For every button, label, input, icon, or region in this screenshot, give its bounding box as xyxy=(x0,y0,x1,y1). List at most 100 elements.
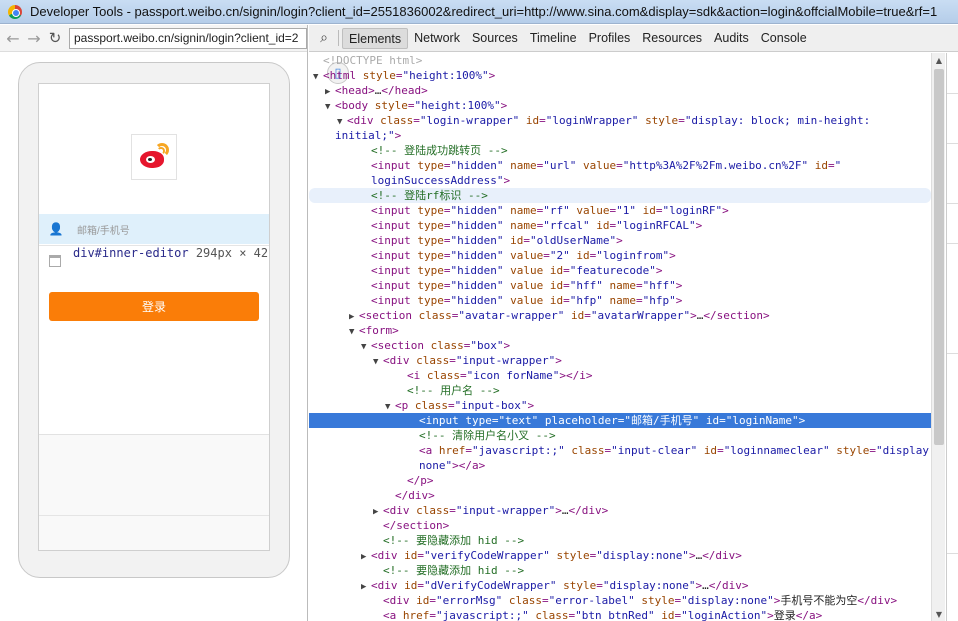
dom-node-text: <i class="icon forName"></i> xyxy=(407,369,593,382)
dom-node-text: <div class="input-wrapper"> xyxy=(383,354,562,367)
login-button[interactable]: 登录 xyxy=(49,292,259,321)
dom-node-text: <div class="input-wrapper">…</div> xyxy=(383,504,609,517)
dom-node[interactable]: none"></a> xyxy=(309,458,931,473)
dom-node-text: initial;"> xyxy=(335,129,402,142)
dom-node[interactable]: <input type="hidden" value id="featureco… xyxy=(309,263,931,278)
dom-node-text: <section class="avatar-wrapper" id="avat… xyxy=(359,309,770,322)
dom-node-text: <a href="javascript:;" class="input-clea… xyxy=(419,444,931,457)
dom-node-text: <head>…</head> xyxy=(335,84,428,97)
emulated-page-pane: ← → ↻ passport.weibo.cn/signin/login?cli… xyxy=(0,25,308,621)
dom-node[interactable]: <input type="hidden" value="2" id="login… xyxy=(309,248,931,263)
dom-node-text: </p> xyxy=(407,474,434,487)
dom-node[interactable]: ▶ <div id="dVerifyCodeWrapper" style="dis… xyxy=(309,578,931,593)
dom-node[interactable]: ▼ <div class="login-wrapper" id="loginWra… xyxy=(309,113,931,128)
dom-node[interactable]: </section> xyxy=(309,518,931,533)
devtools-tabs: Elements Network Sources Timeline Profiles Re… xyxy=(342,27,813,49)
dom-node-text: <html style="height:100%"> xyxy=(323,69,496,82)
tab-profiles[interactable]: Profiles xyxy=(583,28,637,49)
dom-node[interactable]: <input type="hidden" name="url" value="h… xyxy=(309,158,931,173)
dom-node[interactable]: <div id="errorMsg" class="error-label" s… xyxy=(309,593,931,608)
dom-node-text: <section class="box"> xyxy=(371,339,511,352)
tooltip-width: 294 xyxy=(195,246,218,260)
address-bar[interactable]: passport.weibo.cn/signin/login?client_id… xyxy=(69,27,307,49)
reload-icon[interactable]: ↻ xyxy=(46,28,64,48)
dom-node[interactable]: ▼ <p class="input-box"> xyxy=(309,398,931,413)
tab-timeline[interactable]: Timeline xyxy=(524,28,583,49)
dom-node[interactable]: <!-- 登陆成功跳转页 --> xyxy=(309,143,931,158)
scroll-thumb[interactable] xyxy=(934,69,944,445)
dom-node[interactable]: ▼ <html style="height:100%"> xyxy=(309,68,931,83)
dom-node[interactable]: ▶ <div id="verifyCodeWrapper" style="disp… xyxy=(309,548,931,563)
lock-icon xyxy=(49,254,61,267)
forward-arrow-icon[interactable]: → xyxy=(25,28,43,48)
dom-node-text: <body style="height:100%"> xyxy=(335,99,508,112)
dom-node[interactable]: <i class="icon forName"></i> xyxy=(309,368,931,383)
dom-node-text: <!-- 清除用户名小叉 --> xyxy=(419,429,556,442)
dom-node[interactable]: ▼ <div class="input-wrapper"> xyxy=(309,353,931,368)
dom-node[interactable]: <!DOCTYPE html> xyxy=(309,53,931,68)
username-input[interactable]: 邮箱/手机号 xyxy=(77,222,130,237)
dom-node[interactable]: ▼ <form> xyxy=(309,323,931,338)
dom-node-text: <input type="hidden" name="rfcal" id="lo… xyxy=(371,219,703,232)
dom-node[interactable]: <input type="hidden" value id="hff" name… xyxy=(309,278,931,293)
tab-console[interactable]: Console xyxy=(755,28,813,49)
devtools-panel: ⌕ ▯ Elements Network Sources Timeline Profil… xyxy=(309,25,958,621)
dom-node-text: <p class="input-box"> xyxy=(395,399,535,412)
username-row[interactable]: 👤 邮箱/手机号 xyxy=(39,214,269,244)
tab-resources[interactable]: Resources xyxy=(636,28,708,49)
browser-navbar: ← → ↻ passport.weibo.cn/signin/login?cli… xyxy=(0,25,307,52)
chrome-icon xyxy=(8,4,22,19)
device-frame: 👤 邮箱/手机号 div#inner-editor 294px × 42px 登… xyxy=(18,62,290,578)
dom-node-text: <form> xyxy=(359,324,399,337)
inspect-tooltip: div#inner-editor 294px × 42px xyxy=(73,246,269,260)
screen-footer xyxy=(39,434,269,550)
toolbar-divider xyxy=(338,30,339,46)
dom-node[interactable]: <input type="hidden" value id="hfp" name… xyxy=(309,293,931,308)
dom-node-text: <div id="errorMsg" class="error-label" s… xyxy=(383,594,898,607)
tab-network[interactable]: Network xyxy=(408,28,466,49)
dom-node-text: <!-- 要隐藏添加 hid --> xyxy=(383,564,525,577)
dom-node[interactable]: <a href="javascript:;" class="btn btnRed… xyxy=(309,608,931,621)
styles-pane[interactable] xyxy=(946,53,958,621)
tab-elements[interactable]: Elements xyxy=(342,27,409,49)
elements-scrollbar[interactable]: ▲ ▼ xyxy=(931,53,945,621)
dom-node[interactable]: <!-- 清除用户名小叉 --> xyxy=(309,428,931,443)
tooltip-selector: div#inner-editor xyxy=(73,246,189,260)
tab-audits[interactable]: Audits xyxy=(708,28,755,49)
dom-node[interactable]: <input type="hidden" name="rf" value="1"… xyxy=(309,203,931,218)
dom-node[interactable]: <input type="hidden" name="rfcal" id="lo… xyxy=(309,218,931,233)
dom-node[interactable]: initial;"> xyxy=(309,128,931,143)
dom-node-text: <input type="hidden" name="rf" value="1"… xyxy=(371,204,729,217)
dom-node[interactable]: <!-- 要隐藏添加 hid --> xyxy=(309,533,931,548)
dom-node[interactable]: ▶ <div class="input-wrapper">…</div> xyxy=(309,503,931,518)
user-icon: 👤 xyxy=(48,222,64,236)
dom-node[interactable]: <!-- 要隐藏添加 hid --> xyxy=(309,563,931,578)
dom-node-text: none"></a> xyxy=(419,459,486,472)
dom-node[interactable]: ▶ <head>…</head> xyxy=(309,83,931,98)
dom-node-text: <input type="hidden" value id="featureco… xyxy=(371,264,663,277)
dom-node-text: <!-- 登陆rf标识 --> xyxy=(371,189,488,202)
scroll-up-icon[interactable]: ▲ xyxy=(932,53,946,67)
dom-node[interactable]: ▼ <section class="box"> xyxy=(309,338,931,353)
dom-node-text: <!-- 要隐藏添加 hid --> xyxy=(383,534,525,547)
dom-node[interactable]: </div> xyxy=(309,488,931,503)
dom-node[interactable]: <input type="hidden" id="oldUserName"> xyxy=(309,233,931,248)
dom-node[interactable]: </p> xyxy=(309,473,931,488)
dom-node-selected[interactable]: <input type="text" placeholder="邮箱/手机号" … xyxy=(309,413,931,428)
elements-tree[interactable]: <!DOCTYPE html> ▼ <html style="height:100%… xyxy=(309,53,931,621)
scroll-down-icon[interactable]: ▼ xyxy=(932,607,946,621)
tab-sources[interactable]: Sources xyxy=(466,28,524,49)
dom-node[interactable]: ▼ <body style="height:100%"> xyxy=(309,98,931,113)
window-title: Developer Tools - passport.weibo.cn/sign… xyxy=(30,4,938,19)
search-icon[interactable]: ⌕ xyxy=(313,27,335,49)
tooltip-height: 42 xyxy=(253,246,269,260)
dom-node[interactable]: ▶ <section class="avatar-wrapper" id="ava… xyxy=(309,308,931,323)
dom-node[interactable]: loginSuccessAddress"> xyxy=(309,173,931,188)
dom-node-text: <input type="hidden" value id="hfp" name… xyxy=(371,294,683,307)
dom-node-text: <a href="javascript:;" class="btn btnRed… xyxy=(383,609,823,621)
dom-node-text: <input type="hidden" name="url" value="h… xyxy=(371,159,842,172)
back-arrow-icon[interactable]: ← xyxy=(4,28,22,48)
dom-node[interactable]: <!-- 用户名 --> xyxy=(309,383,931,398)
dom-node[interactable]: <!-- 登陆rf标识 --> xyxy=(309,188,931,203)
dom-node[interactable]: <a href="javascript:;" class="input-clea… xyxy=(309,443,931,458)
